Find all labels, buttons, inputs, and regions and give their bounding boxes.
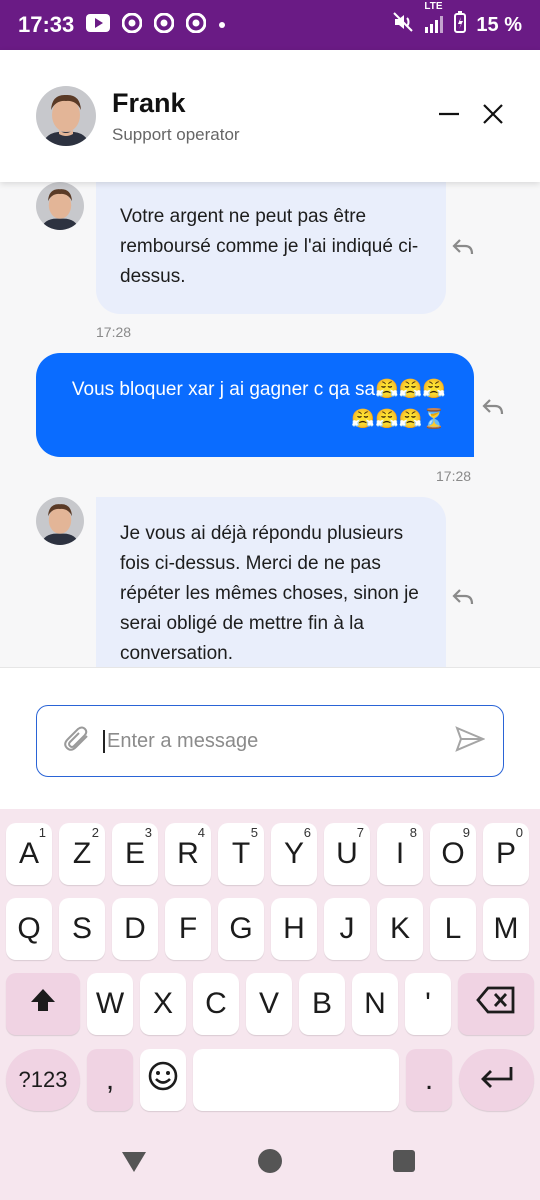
comma-key[interactable]: , <box>87 1049 133 1111</box>
key-k[interactable]: K <box>377 898 423 960</box>
network-type: LTE <box>424 0 443 12</box>
backspace-key[interactable] <box>458 973 534 1035</box>
key-q[interactable]: Q <box>6 898 52 960</box>
key-hint: 3 <box>144 825 152 840</box>
key-w[interactable]: W <box>87 973 133 1035</box>
key-label: Z <box>72 837 92 870</box>
operator-avatar <box>36 86 96 146</box>
key-label: O <box>441 837 465 870</box>
key-hint: 7 <box>356 825 364 840</box>
enter-icon <box>480 1063 514 1097</box>
key-z[interactable]: Z2 <box>59 823 105 885</box>
operator-avatar <box>36 497 84 545</box>
status-time: 17:33 <box>18 12 75 37</box>
reply-icon[interactable] <box>452 238 474 261</box>
key-v[interactable]: V <box>246 973 292 1035</box>
key-n[interactable]: N <box>352 973 398 1035</box>
emoji-icon <box>147 1060 179 1100</box>
key-label: Y <box>283 837 304 870</box>
battery-icon <box>454 11 467 39</box>
incoming-message: Je vous ai déjà répondu plusieurs fois c… <box>36 497 446 667</box>
key-label: R <box>177 837 199 870</box>
attachment-icon[interactable] <box>63 726 93 757</box>
key-s[interactable]: S <box>59 898 105 960</box>
key-j[interactable]: J <box>324 898 370 960</box>
key-label: E <box>124 837 145 870</box>
key-i[interactable]: I8 <box>377 823 423 885</box>
chrome-icon <box>153 12 175 38</box>
space-key[interactable] <box>193 1049 399 1111</box>
mute-icon <box>392 11 414 39</box>
key-p[interactable]: P0 <box>483 823 529 885</box>
key-o[interactable]: O9 <box>430 823 476 885</box>
close-icon[interactable] <box>482 103 504 130</box>
battery-percent: 15 % <box>476 13 522 36</box>
key-h[interactable]: H <box>271 898 317 960</box>
symbols-key[interactable]: ?123 <box>6 1049 80 1111</box>
key-hint: 0 <box>515 825 523 840</box>
incoming-message: Votre argent ne peut pas être remboursé … <box>36 182 446 314</box>
home-icon[interactable] <box>257 1148 283 1179</box>
key-label: I <box>395 837 405 870</box>
period-key[interactable]: . <box>406 1049 452 1111</box>
operator-avatar <box>36 182 84 230</box>
shift-key[interactable] <box>6 973 80 1035</box>
key-e[interactable]: E3 <box>112 823 158 885</box>
key-x[interactable]: X <box>140 973 186 1035</box>
minimize-icon[interactable] <box>438 103 460 130</box>
youtube-icon <box>86 13 111 37</box>
key-a[interactable]: A1 <box>6 823 52 885</box>
key-hint: 6 <box>303 825 311 840</box>
key-label: T <box>231 837 251 870</box>
key-d[interactable]: D <box>112 898 158 960</box>
chat-area[interactable]: Votre argent ne peut pas être remboursé … <box>0 182 540 667</box>
key-r[interactable]: R4 <box>165 823 211 885</box>
chat-header: Frank Support operator <box>0 50 540 182</box>
signal-icon: LTE <box>424 1 444 36</box>
key-g[interactable]: G <box>218 898 264 960</box>
reply-icon[interactable] <box>482 398 504 421</box>
navigation-bar <box>0 1128 540 1200</box>
send-icon[interactable] <box>455 725 486 757</box>
back-icon[interactable] <box>121 1150 147 1179</box>
key-hint: 1 <box>38 825 46 840</box>
outgoing-message-bubble: Vous bloquer xar j ai gagner c qa sa😤😤😤😤… <box>36 353 474 457</box>
message-time: 17:28 <box>436 468 472 484</box>
key-label: P <box>495 837 516 870</box>
composer: Enter a message <box>0 667 540 809</box>
backspace-icon <box>476 986 516 1022</box>
key-hint: 4 <box>197 825 205 840</box>
dot-icon <box>218 16 226 34</box>
reply-icon[interactable] <box>452 588 474 611</box>
message-bubble: Votre argent ne peut pas être remboursé … <box>96 182 446 314</box>
message-placeholder: Enter a message <box>103 729 258 753</box>
key-y[interactable]: Y6 <box>271 823 317 885</box>
key-b[interactable]: B <box>299 973 345 1035</box>
status-bar: 17:33 LTE 15 % <box>0 0 540 50</box>
enter-key[interactable] <box>459 1049 534 1111</box>
chrome-icon <box>121 12 143 38</box>
message-input[interactable]: Enter a message <box>36 705 504 777</box>
key-label: U <box>336 837 358 870</box>
chrome-icon <box>185 12 207 38</box>
recents-icon[interactable] <box>393 1150 415 1177</box>
key-hint: 8 <box>409 825 417 840</box>
key-label: A <box>18 837 39 870</box>
key-hint: 5 <box>250 825 258 840</box>
operator-role: Support operator <box>112 124 240 144</box>
key-hint: 2 <box>91 825 99 840</box>
key-f[interactable]: F <box>165 898 211 960</box>
key-t[interactable]: T5 <box>218 823 264 885</box>
operator-name: Frank <box>112 87 186 118</box>
key-apostrophe[interactable]: ' <box>405 973 451 1035</box>
key-l[interactable]: L <box>430 898 476 960</box>
key-c[interactable]: C <box>193 973 239 1035</box>
emoji-key[interactable] <box>140 1049 186 1111</box>
key-m[interactable]: M <box>483 898 529 960</box>
shift-icon <box>29 987 57 1021</box>
key-u[interactable]: U7 <box>324 823 370 885</box>
message-time: 17:28 <box>96 324 132 340</box>
message-bubble: Je vous ai déjà répondu plusieurs fois c… <box>96 497 446 667</box>
key-hint: 9 <box>462 825 470 840</box>
